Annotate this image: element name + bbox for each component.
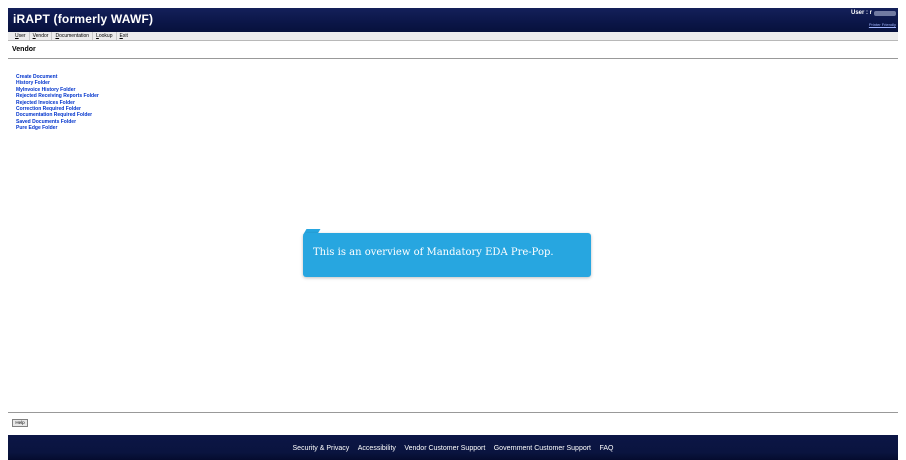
user-name-redacted (874, 11, 896, 16)
page: iRAPT (formerly WAWF) User : r Printer F… (0, 0, 906, 460)
government-customer-support-link[interactable]: Government Customer Support (494, 445, 591, 452)
vendor-customer-support-link[interactable]: Vendor Customer Support (404, 445, 485, 452)
app-frame: iRAPT (formerly WAWF) User : r Printer F… (8, 8, 898, 460)
title-divider (8, 58, 898, 59)
menu-vendor[interactable]: Vendor (30, 32, 53, 40)
accessibility-link[interactable]: Accessibility (358, 445, 396, 452)
menu-lookup-label: ookup (98, 33, 113, 39)
menu-user-label: ser (18, 33, 26, 39)
app-header: iRAPT (formerly WAWF) User : r Printer F… (8, 8, 898, 32)
help-button[interactable]: Help (12, 419, 28, 427)
printer-friendly-link[interactable]: Printer Friendly (869, 22, 896, 27)
tutorial-callout: This is an overview of Mandatory EDA Pre… (303, 233, 591, 277)
app-footer: Security & Privacy Accessibility Vendor … (8, 435, 898, 460)
page-title: Vendor (12, 46, 36, 53)
list-item: Documentation Required Folder (16, 103, 99, 118)
menu-exit[interactable]: Exit (117, 32, 131, 40)
footer-links: Security & Privacy Accessibility Vendor … (8, 437, 898, 455)
user-label: User : r (850, 10, 872, 16)
menu-exit-label: xit (122, 33, 128, 39)
menu-vendor-label: endor (35, 33, 49, 39)
list-item: Rejected Receiving Reports Folder (16, 84, 99, 99)
security-privacy-link[interactable]: Security & Privacy (293, 445, 350, 452)
vendor-links-list: Create Document History Folder MyInvoice… (16, 65, 99, 131)
footer-divider (8, 412, 898, 413)
menu-documentation[interactable]: Documentation (52, 32, 94, 40)
faq-link[interactable]: FAQ (599, 445, 613, 452)
menu-documentation-label: ocumentation (59, 33, 90, 39)
callout-text: This is an overview of Mandatory EDA Pre… (313, 247, 554, 258)
menu-user[interactable]: User (12, 32, 30, 40)
menu-bar: User Vendor Documentation Lookup Exit (8, 32, 898, 41)
menu-lookup[interactable]: Lookup (93, 32, 117, 40)
app-title: iRAPT (formerly WAWF) (13, 12, 154, 26)
pure-edge-folder-link[interactable]: Pure Edge Folder (16, 125, 57, 131)
